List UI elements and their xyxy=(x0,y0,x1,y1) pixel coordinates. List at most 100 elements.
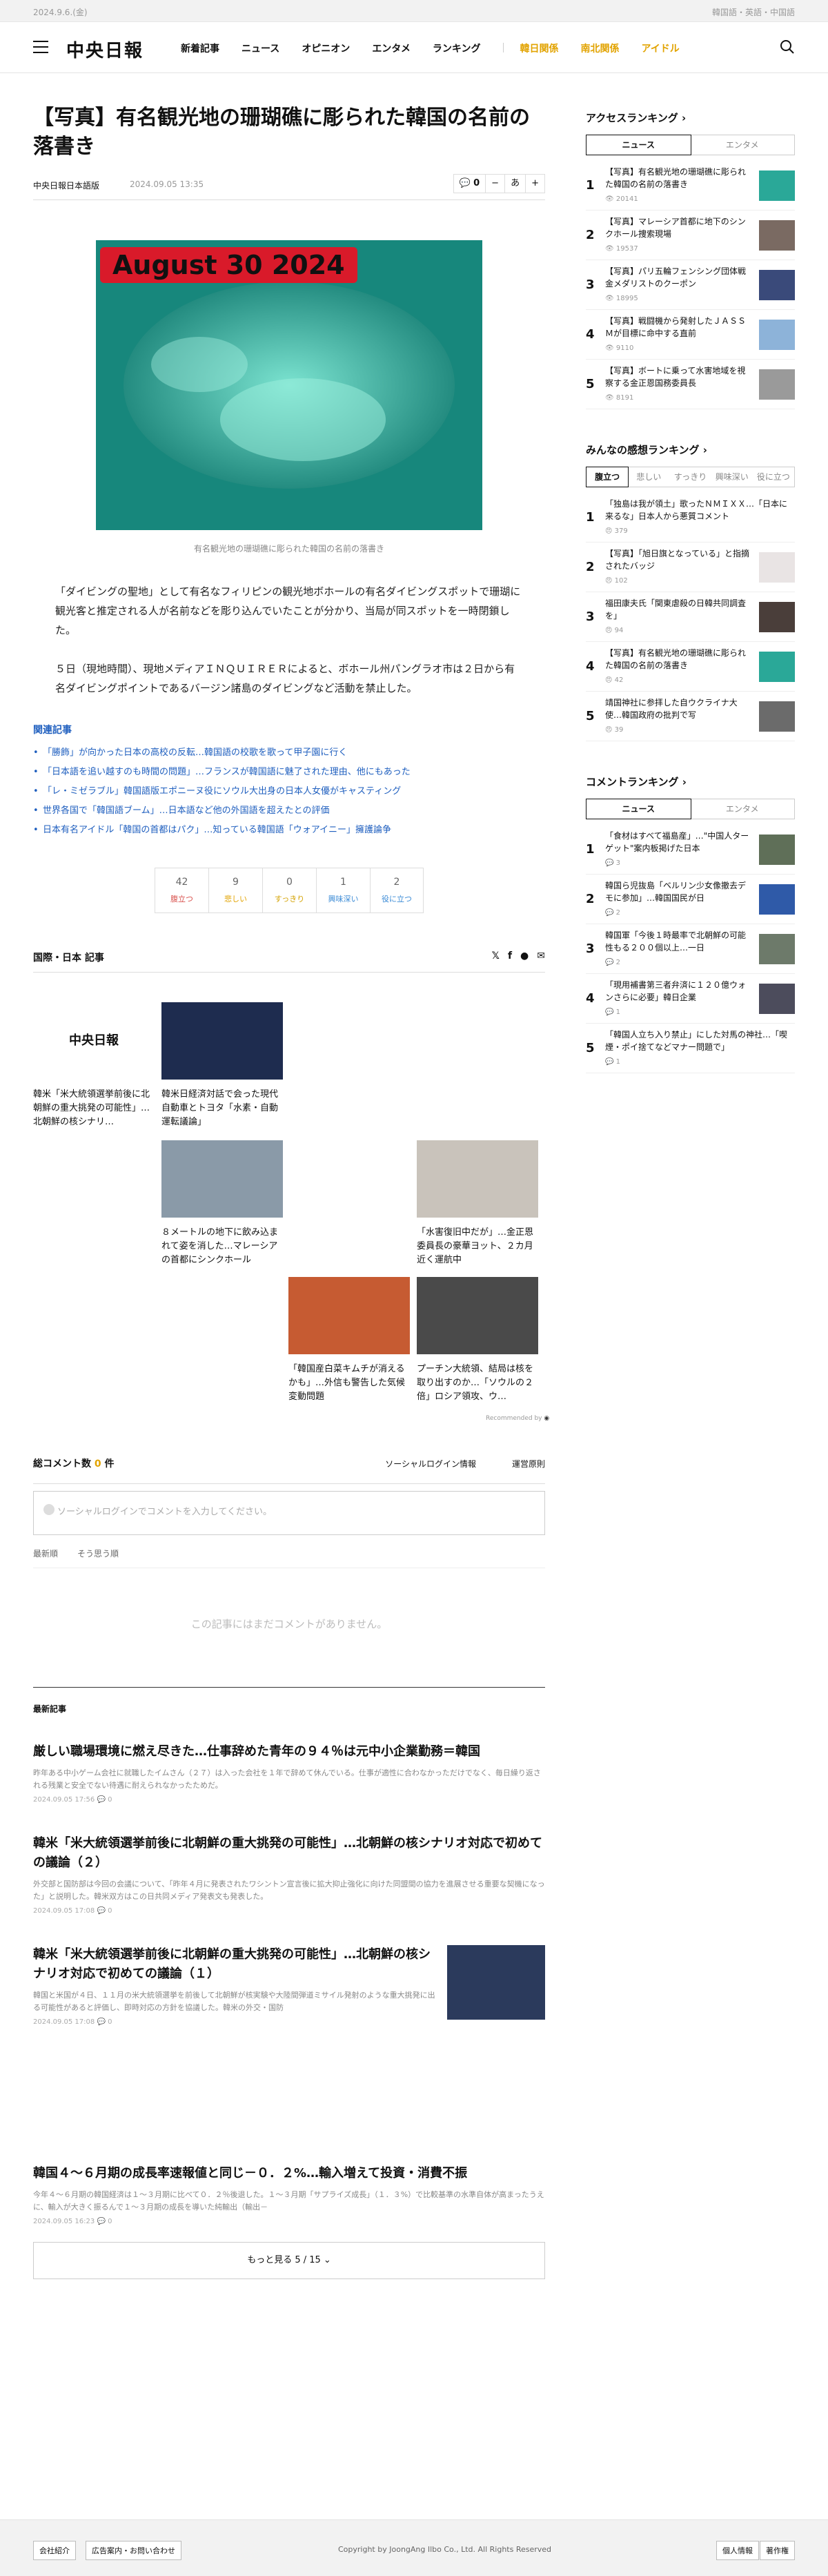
sort-latest[interactable]: 最新順 xyxy=(33,1548,58,1559)
article-body: 「ダイビングの聖地」として有名なフィリピンの観光地ボホールの有名ダイビングスポッ… xyxy=(33,582,545,698)
comment-title: 総コメント数 xyxy=(33,1458,91,1470)
language-links[interactable]: 韓国語・英語・中国語 xyxy=(712,6,795,18)
category-link[interactable]: 国際・日本 記事 xyxy=(33,950,104,964)
rank-item[interactable]: 3 福田康夫氏「関東虐殺の日韓共同調査を」 😠 94 xyxy=(586,592,795,642)
ads-link[interactable]: 広告案内・お問い合わせ xyxy=(86,2541,181,2560)
search-icon[interactable] xyxy=(780,39,795,55)
sort-agree[interactable]: そう思う順 xyxy=(77,1548,119,1559)
reaction-helpful[interactable]: 2 役に立つ xyxy=(370,868,424,913)
nav-ranking[interactable]: ランキング xyxy=(433,41,481,55)
rank-item[interactable]: 5 靖国神社に参拝した自ウクライナ大使…韓国政府の批判で写 😠 39 xyxy=(586,692,795,741)
rank-item[interactable]: 3 【写真】パリ五輪フェンシング団体戦金メダリストのクーポン 👁 18995 xyxy=(586,260,795,310)
recommend-item[interactable]: 中央日報 韓米「米大統領選挙前後に北朝鮮の重大挑発の可能性」…北朝鮮の核シナリ… xyxy=(33,1002,155,1129)
thumbnail xyxy=(759,170,795,201)
rank-item[interactable]: 1 「独島は我が領土」歌ったＮＭＩＸＸ…「日本に来るな」日本人から悪質コメント 😠 … xyxy=(586,493,795,543)
latest-item[interactable]: 厳しい職場環境に燃え尽きた…仕事辞めた青年の９４％は元中小企業勤務＝韓国 昨年あ… xyxy=(33,1742,545,1804)
x-share-icon[interactable]: 𝕏 xyxy=(492,950,500,962)
current-date: 2024.9.6.(金) xyxy=(33,8,88,17)
article-photo: August 30 2024 xyxy=(96,240,482,530)
nav-north-south[interactable]: 南北関係 xyxy=(581,41,620,55)
recommend-item[interactable]: プーチン大統領、結局は核を取り出すのか…「ソウルの２倍」ロシア領攻、ウ… xyxy=(417,1277,538,1404)
social-login-info-link[interactable]: ソーシャルログイン情報 xyxy=(385,1458,476,1470)
reaction-interesting[interactable]: 1 興味深い xyxy=(316,868,370,913)
reaction-buttons: 42 腹立つ 9 悲しい 0 すっきり 1 興味深い 2 役に立つ xyxy=(33,868,545,913)
tab-refreshed[interactable]: すっきり xyxy=(669,467,711,487)
thumbnail xyxy=(759,219,795,251)
rank-item[interactable]: 5 「韓国人立ち入り禁止」にした対馬の神社…「喫煙・ポイ捨てなどマナー問題で」 💬 … xyxy=(586,1024,795,1073)
comment-tabs: ニュース エンタメ xyxy=(586,799,795,819)
rank-item[interactable]: 5 【写真】ボートに乗って水害地域を視察する金正恩国務委員長 👁 8191 xyxy=(586,360,795,409)
latest-item[interactable]: 韓米「米大統領選挙前後に北朝鮮の重大挑発の可能性」…北朝鮮の核シナリオ対応で初め… xyxy=(33,1945,545,2026)
copyright-link[interactable]: 著作権 xyxy=(760,2541,795,2560)
feeling-ranking-title[interactable]: みんなの感想ランキング › xyxy=(586,442,795,457)
about-link[interactable]: 会社紹介 xyxy=(33,2541,76,2560)
rank-item[interactable]: 1 「食材はすべて福島産」…"中国人ターゲット"案内板掲げた日本 💬 3 xyxy=(586,825,795,875)
font-decrease-button[interactable]: − xyxy=(486,175,506,193)
rank-item[interactable]: 2 【写真】「旭日旗となっている」と指摘されたバッジ 😠 102 xyxy=(586,543,795,592)
thumbnail xyxy=(759,369,795,400)
article-byline: 中央日報日本語版 2024.09.05 13:35 💬 0 − あ + xyxy=(33,173,545,200)
site-logo[interactable]: 中央日報 xyxy=(66,37,144,62)
feeling-tabs: 腹立つ 悲しい すっきり 興味深い 役に立つ xyxy=(586,467,795,487)
facebook-share-icon[interactable]: f xyxy=(508,950,512,962)
nav-idol[interactable]: アイドル xyxy=(642,41,680,55)
comment-input[interactable]: ソーシャルログインでコメントを入力してください。 xyxy=(33,1491,545,1535)
tab-angry[interactable]: 腹立つ xyxy=(586,467,629,487)
reaction-sad[interactable]: 9 悲しい xyxy=(208,868,262,913)
tab-news[interactable]: ニュース xyxy=(586,799,691,819)
reaction-angry[interactable]: 42 腹立つ xyxy=(155,868,208,913)
thumbnail xyxy=(759,884,795,915)
thumbnail xyxy=(759,834,795,865)
reaction-refreshed[interactable]: 0 すっきり xyxy=(262,868,316,913)
latest-item[interactable]: 韓米「米大統領選挙前後に北朝鮮の重大挑発の可能性」…北朝鮮の核シナリオ対応で初め… xyxy=(33,1834,545,1915)
related-link[interactable]: 「日本語を追い越すのも時間の問題」…フランスが韓国語に魅了された理由、他にもあっ… xyxy=(33,763,545,782)
related-link[interactable]: 日本有名アイドル「韓国の首都はパク」…知っている韓国語「ウォアイニー」擁護論争 xyxy=(33,821,545,840)
comment-count-button[interactable]: 💬 0 xyxy=(454,175,486,193)
recommend-item[interactable]: 韓米日経済対話で会った現代自動車とトヨタ「水素・自動運転議論」 xyxy=(161,1002,283,1129)
comment-unit: 件 xyxy=(104,1458,115,1470)
comment-sort: 最新順 そう思う順 xyxy=(33,1548,545,1568)
load-more-button[interactable]: もっと見る 5 / 15 ⌄ xyxy=(33,2242,545,2279)
rank-item[interactable]: 2 【写真】マレーシア首都に地下のシンクホール捜索現場 👁 19537 xyxy=(586,211,795,260)
copyright: Copyright by JoongAng Ilbo Co., Ltd. All… xyxy=(338,2545,552,2554)
rank-item[interactable]: 3 韓国軍「今後１時最率で北朝鮮の可能性もる２００個以上…一日 💬 2 xyxy=(586,924,795,974)
comment-section: 総コメント数 0 件 ソーシャルログイン情報 運営原則 ソーシャルログインでコメ… xyxy=(33,1456,545,1631)
tab-news[interactable]: ニュース xyxy=(586,135,691,155)
tab-interesting[interactable]: 興味深い xyxy=(711,467,753,487)
recommend-item[interactable]: ８メートルの地下に飲み込まれて姿を消した…マレーシアの首都にシンクホール xyxy=(161,1140,283,1267)
recommend-item[interactable]: 「水害復旧中だが」…金正恩委員長の豪華ヨット、２カ月近く運航中 xyxy=(417,1140,538,1267)
coral-reef-image xyxy=(96,240,482,530)
rank-item[interactable]: 4 【写真】有名観光地の珊瑚礁に彫られた韓国の名前の落書き 😠 42 xyxy=(586,642,795,692)
rules-link[interactable]: 運営原則 xyxy=(512,1458,545,1470)
nav-opinion[interactable]: オピニオン xyxy=(302,41,350,55)
related-link[interactable]: 「レ・ミゼラブル」韓国語版エポニーヌ役にソウル大出身の日本人女優がキャスティング xyxy=(33,782,545,801)
hamburger-menu-icon[interactable] xyxy=(33,41,48,53)
thumbnail xyxy=(759,601,795,632)
rank-item[interactable]: 4 「現用補書第三者弁済に１２０億ウォンさらに必要」韓日企業 💬 1 xyxy=(586,974,795,1024)
comment-ranking-title[interactable]: コメントランキング › xyxy=(586,774,795,789)
tab-entertainment[interactable]: エンタメ xyxy=(691,135,795,155)
related-link[interactable]: 世界各国で「韓国語ブーム」…日本語など他の外国語を超えたとの評価 xyxy=(33,801,545,821)
feeling-list: 1 「独島は我が領土」歌ったＮＭＩＸＸ…「日本に来るな」日本人から悪質コメント 😠 … xyxy=(586,493,795,741)
top-strip: 2024.9.6.(金) 韓国語・英語・中国語 xyxy=(0,0,828,22)
access-ranking-title[interactable]: アクセスランキング › xyxy=(586,110,795,125)
privacy-link[interactable]: 個人情報 xyxy=(716,2541,759,2560)
rank-item[interactable]: 4 【写真】戦闘機から発射したＪＡＳＳＭが目標に命中する直前 👁 9110 xyxy=(586,310,795,360)
tab-sad[interactable]: 悲しい xyxy=(628,467,669,487)
mail-share-icon[interactable]: ✉ xyxy=(537,950,545,962)
nav-entertainment[interactable]: エンタメ xyxy=(372,41,411,55)
line-share-icon[interactable]: ● xyxy=(520,950,529,962)
nav-new[interactable]: 新着記事 xyxy=(181,41,219,55)
related-link[interactable]: 「勝飾」が向かった日本の高校の反転…韓国語の校歌を歌って甲子園に行く xyxy=(33,743,545,763)
latest-item[interactable]: 韓国４～６月期の成長率速報値と同じ－０．２%…輸入増えて投資・消費不振 今年４～… xyxy=(33,2164,545,2225)
rank-item[interactable]: 1 【写真】有名観光地の珊瑚礁に彫られた韓国の名前の落書き 👁 20141 xyxy=(586,161,795,211)
nav-korea-japan[interactable]: 韓日関係 xyxy=(520,41,559,55)
tab-helpful[interactable]: 役に立つ xyxy=(753,467,794,487)
thumbnail xyxy=(161,1002,283,1080)
font-increase-button[interactable]: + xyxy=(526,175,544,193)
nav-news[interactable]: ニュース xyxy=(241,41,279,55)
access-tabs: ニュース エンタメ xyxy=(586,135,795,155)
recommend-item[interactable]: 「韓国産白菜キムチが消えるかも」…外信も警告した気候変動問題 xyxy=(288,1277,410,1404)
tab-entertainment[interactable]: エンタメ xyxy=(691,799,795,819)
rank-item[interactable]: 2 韓国ら児抜島「ベルリン少女像撤去デモに参加」…韓国国民が日 💬 2 xyxy=(586,875,795,924)
